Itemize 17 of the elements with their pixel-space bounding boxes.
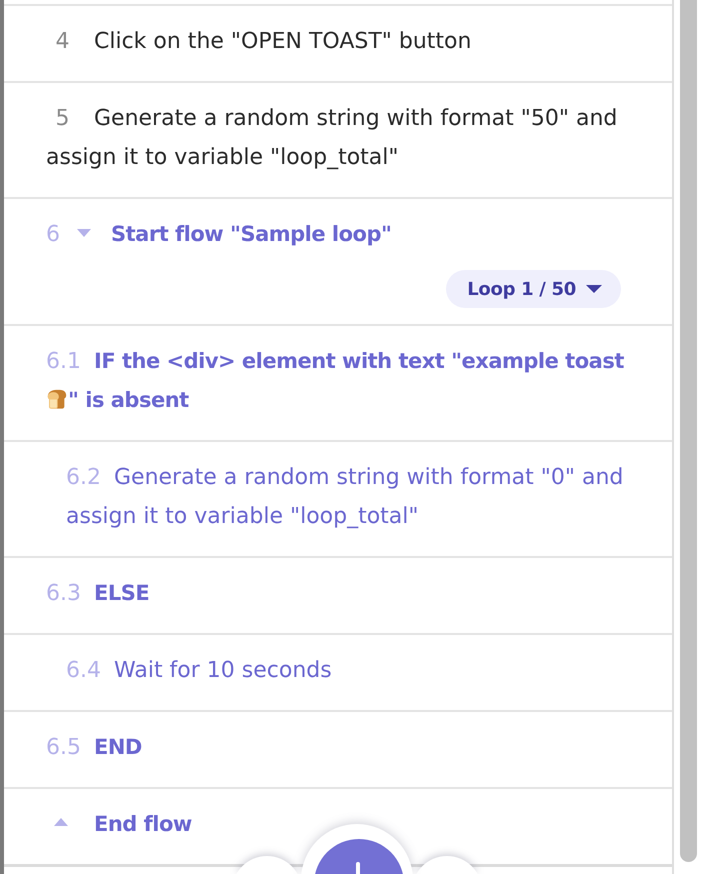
step-number: 6 xyxy=(46,221,60,249)
step-text: 6.4 Wait for 10 seconds xyxy=(66,657,333,685)
step-text: End flow xyxy=(94,812,192,836)
step-text: 6.5 END xyxy=(46,734,143,762)
step-text: 6.3 ELSE xyxy=(46,580,150,608)
step-text: 6.1 IF the <div> element with text "example toast " is absent xyxy=(46,348,625,414)
caret-down-icon xyxy=(586,285,602,293)
vertical-line-icon xyxy=(356,862,360,874)
step-text: 4 Click on the "OPEN TOAST" button xyxy=(54,28,472,56)
scrollbar-thumb[interactable] xyxy=(680,0,697,862)
step-text: 5 Generate a random string with format "50" and assign it to variable "loop_total" xyxy=(46,105,618,172)
loop-selector[interactable]: Loop 1 / 50 xyxy=(446,270,621,308)
step-text: Start flow "Sample loop" xyxy=(111,222,392,246)
caret-up-icon[interactable] xyxy=(54,818,68,826)
step-text: 6.2 Generate a random string with format "0" and assign it to variable "loop_total" xyxy=(66,464,624,531)
bread-icon xyxy=(46,388,68,410)
caret-down-icon[interactable] xyxy=(77,229,91,237)
